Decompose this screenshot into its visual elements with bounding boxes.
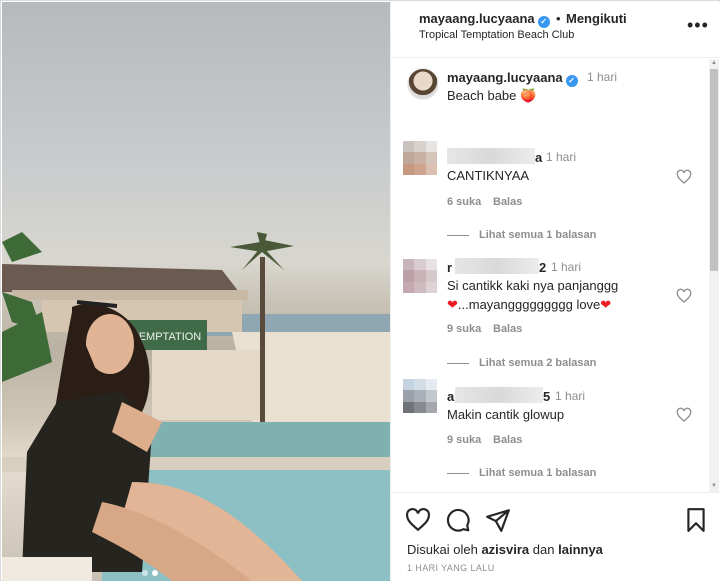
replies-divider-line	[447, 472, 469, 474]
author-username[interactable]: mayaang.lucyaana ✓	[419, 11, 550, 28]
comment-time[interactable]: 1 hari	[546, 150, 576, 164]
like-comment-heart-icon[interactable]	[676, 169, 692, 185]
view-replies-link[interactable]: Lihat semua 1 balasan	[447, 229, 596, 241]
comment-text-line: Makin cantik glowup	[447, 407, 565, 422]
author-username-text[interactable]: mayaang.lucyaana	[419, 11, 535, 26]
caption-text-body: Beach babe	[447, 88, 517, 103]
comment-likes[interactable]: 9 suka	[447, 323, 481, 335]
commenter-avatar-blurred[interactable]	[403, 259, 437, 293]
caption-username[interactable]: mayaang.lucyaana ✓	[447, 70, 578, 87]
blurred-username	[455, 387, 543, 403]
replies-divider-line	[447, 234, 469, 236]
caption-username-text[interactable]: mayaang.lucyaana	[447, 70, 563, 85]
verified-badge-icon: ✓	[537, 16, 550, 28]
view-replies-link[interactable]: Lihat semua 1 balasan	[447, 467, 596, 479]
comment-text-line: Si cantikk kaki nya panjanggg	[447, 278, 619, 293]
save-bookmark-icon[interactable]	[683, 507, 709, 533]
view-replies-text[interactable]: Lihat semua 1 balasan	[479, 467, 596, 479]
scrollbar-thumb[interactable]	[710, 69, 718, 271]
red-heart-emoji-icon: ❤	[447, 297, 458, 312]
liked-by-others-link[interactable]: lainnya	[558, 542, 603, 557]
blurred-username	[447, 148, 535, 164]
comment-bubble-icon[interactable]	[445, 507, 471, 533]
liked-by-and: dan	[532, 542, 555, 557]
following-button[interactable]: Mengikuti	[566, 11, 627, 26]
liked-by-text: Disukai oleh azisvira dan lainnya	[407, 542, 603, 557]
comment-text: Si cantikk kaki nya panjanggg ❤...mayang…	[447, 276, 618, 314]
share-paper-plane-icon[interactable]	[485, 507, 511, 533]
scroll-down-arrow-icon[interactable]: ▼	[711, 483, 717, 489]
beach-photo-illustration: TEMPTATION	[2, 232, 390, 581]
commenter-avatar-blurred[interactable]	[403, 141, 437, 175]
more-options-icon[interactable]: •••	[687, 16, 708, 38]
verified-badge-icon: ✓	[565, 75, 578, 87]
caption-text: Beach babe 🍑	[447, 88, 536, 104]
view-replies-link[interactable]: Lihat semua 2 balasan	[447, 357, 596, 369]
comments-scrollbar[interactable]: ▲ ▼	[709, 59, 719, 492]
comment-likes[interactable]: 9 suka	[447, 434, 481, 446]
comment-username-start[interactable]: a	[447, 389, 454, 404]
view-replies-text[interactable]: Lihat semua 1 balasan	[479, 229, 596, 241]
like-comment-heart-icon[interactable]	[676, 407, 692, 423]
post-date[interactable]: 1 HARI YANG LALU	[407, 563, 495, 573]
reply-button[interactable]: Balas	[493, 323, 522, 335]
commenter-avatar-blurred[interactable]	[403, 379, 437, 413]
comment-username-end[interactable]: 2	[539, 260, 546, 275]
comment-time[interactable]: 1 hari	[555, 389, 585, 403]
replies-divider-line	[447, 362, 469, 364]
location-link[interactable]: Tropical Temptation Beach Club	[419, 29, 574, 41]
comment-text: Makin cantik glowup	[447, 405, 564, 424]
view-replies-text[interactable]: Lihat semua 2 balasan	[479, 357, 596, 369]
like-comment-heart-icon[interactable]	[676, 288, 692, 304]
blurred-username	[455, 258, 539, 274]
carousel-indicator	[142, 570, 158, 576]
like-heart-icon[interactable]	[405, 507, 431, 533]
comment-text: CANTIKNYAA	[447, 166, 529, 185]
comments-scroll-area[interactable]: mayaang.lucyaana ✓ 1 hari Beach babe 🍑 a …	[391, 59, 720, 492]
comment-time[interactable]: 1 hari	[551, 260, 581, 274]
author-avatar[interactable]	[407, 68, 439, 100]
post-header: mayaang.lucyaana ✓ • Mengikuti Tropical T…	[391, 2, 720, 58]
liked-by-prefix: Disukai oleh	[407, 542, 478, 557]
post-photo[interactable]: TEMPTATION	[2, 2, 390, 581]
red-heart-emoji-icon: ❤	[600, 297, 612, 312]
comment-username-start[interactable]: r	[447, 260, 452, 275]
carousel-dot	[142, 570, 148, 576]
caption-time[interactable]: 1 hari	[587, 70, 617, 84]
reply-button[interactable]: Balas	[493, 434, 522, 446]
post-dialog: TEMPTATION mayaang.lucyaana ✓ • Mengikut…	[0, 0, 720, 581]
scroll-up-arrow-icon[interactable]: ▲	[711, 60, 717, 66]
comment-username-end[interactable]: 5	[543, 389, 550, 404]
separator-dot: •	[556, 11, 561, 26]
peach-emoji-icon: 🍑	[520, 88, 537, 103]
post-actions-bar: Disukai oleh azisvira dan lainnya 1 HARI…	[391, 492, 720, 581]
reply-button[interactable]: Balas	[493, 196, 522, 208]
comment-likes[interactable]: 6 suka	[447, 196, 481, 208]
post-side-panel: mayaang.lucyaana ✓ • Mengikuti Tropical T…	[390, 2, 720, 581]
comment-text-line: CANTIKNYAA	[447, 168, 530, 183]
comment-username-end[interactable]: a	[535, 150, 542, 165]
carousel-dot-active	[152, 570, 158, 576]
comment-text-line: ...mayanggggggggg love	[457, 297, 601, 312]
liked-by-user-link[interactable]: azisvira	[481, 542, 529, 557]
sign-text: TEMPTATION	[132, 331, 201, 343]
